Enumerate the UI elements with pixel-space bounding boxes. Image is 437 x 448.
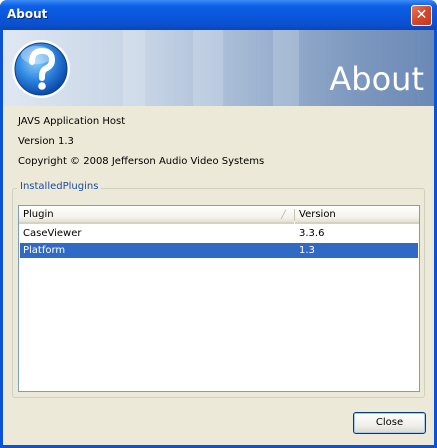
- list-header: Plugin ╱ Version: [19, 206, 419, 225]
- banner-pillar-decoration: [123, 30, 145, 106]
- plugin-version-cell: 1.3: [299, 245, 315, 256]
- column-header-plugin[interactable]: Plugin ╱: [19, 206, 294, 224]
- about-dialog: About ✕ About JAVS Application Host Vers…: [0, 0, 437, 448]
- help-icon: [12, 40, 70, 98]
- app-name-label: JAVS Application Host: [18, 116, 126, 127]
- banner-pillar-decoration: [273, 30, 299, 106]
- title-bar[interactable]: About ✕: [0, 0, 437, 30]
- column-header-version[interactable]: Version: [295, 206, 419, 224]
- dialog-client-area: About JAVS Application Host Version 1.3 …: [3, 30, 434, 445]
- group-label: InstalledPlugins: [17, 181, 102, 192]
- close-icon: ✕: [415, 7, 428, 23]
- close-window-button[interactable]: ✕: [411, 5, 432, 26]
- close-button[interactable]: Close: [353, 412, 426, 434]
- version-label: Version 1.3: [18, 136, 74, 147]
- banner-title: About: [329, 60, 424, 98]
- about-banner: About: [3, 30, 434, 106]
- table-row[interactable]: CaseViewer 3.3.6: [20, 226, 418, 241]
- window-title: About: [7, 7, 48, 21]
- copyright-label: Copyright © 2008 Jefferson Audio Video S…: [18, 156, 265, 167]
- banner-pillar-decoration: [193, 30, 223, 106]
- sort-arrow-icon: ╱: [281, 210, 286, 219]
- installed-plugins-group: InstalledPlugins Plugin ╱ Version CaseVi…: [12, 181, 425, 398]
- plugin-name-cell: Platform: [23, 245, 66, 256]
- plugins-list[interactable]: Plugin ╱ Version CaseViewer 3.3.6 Platfo…: [18, 205, 420, 392]
- column-header-label: Plugin: [23, 209, 54, 220]
- plugin-name-cell: CaseViewer: [23, 228, 82, 239]
- column-header-label: Version: [299, 209, 336, 220]
- plugin-version-cell: 3.3.6: [299, 228, 325, 239]
- table-row-selected[interactable]: Platform 1.3: [20, 243, 418, 258]
